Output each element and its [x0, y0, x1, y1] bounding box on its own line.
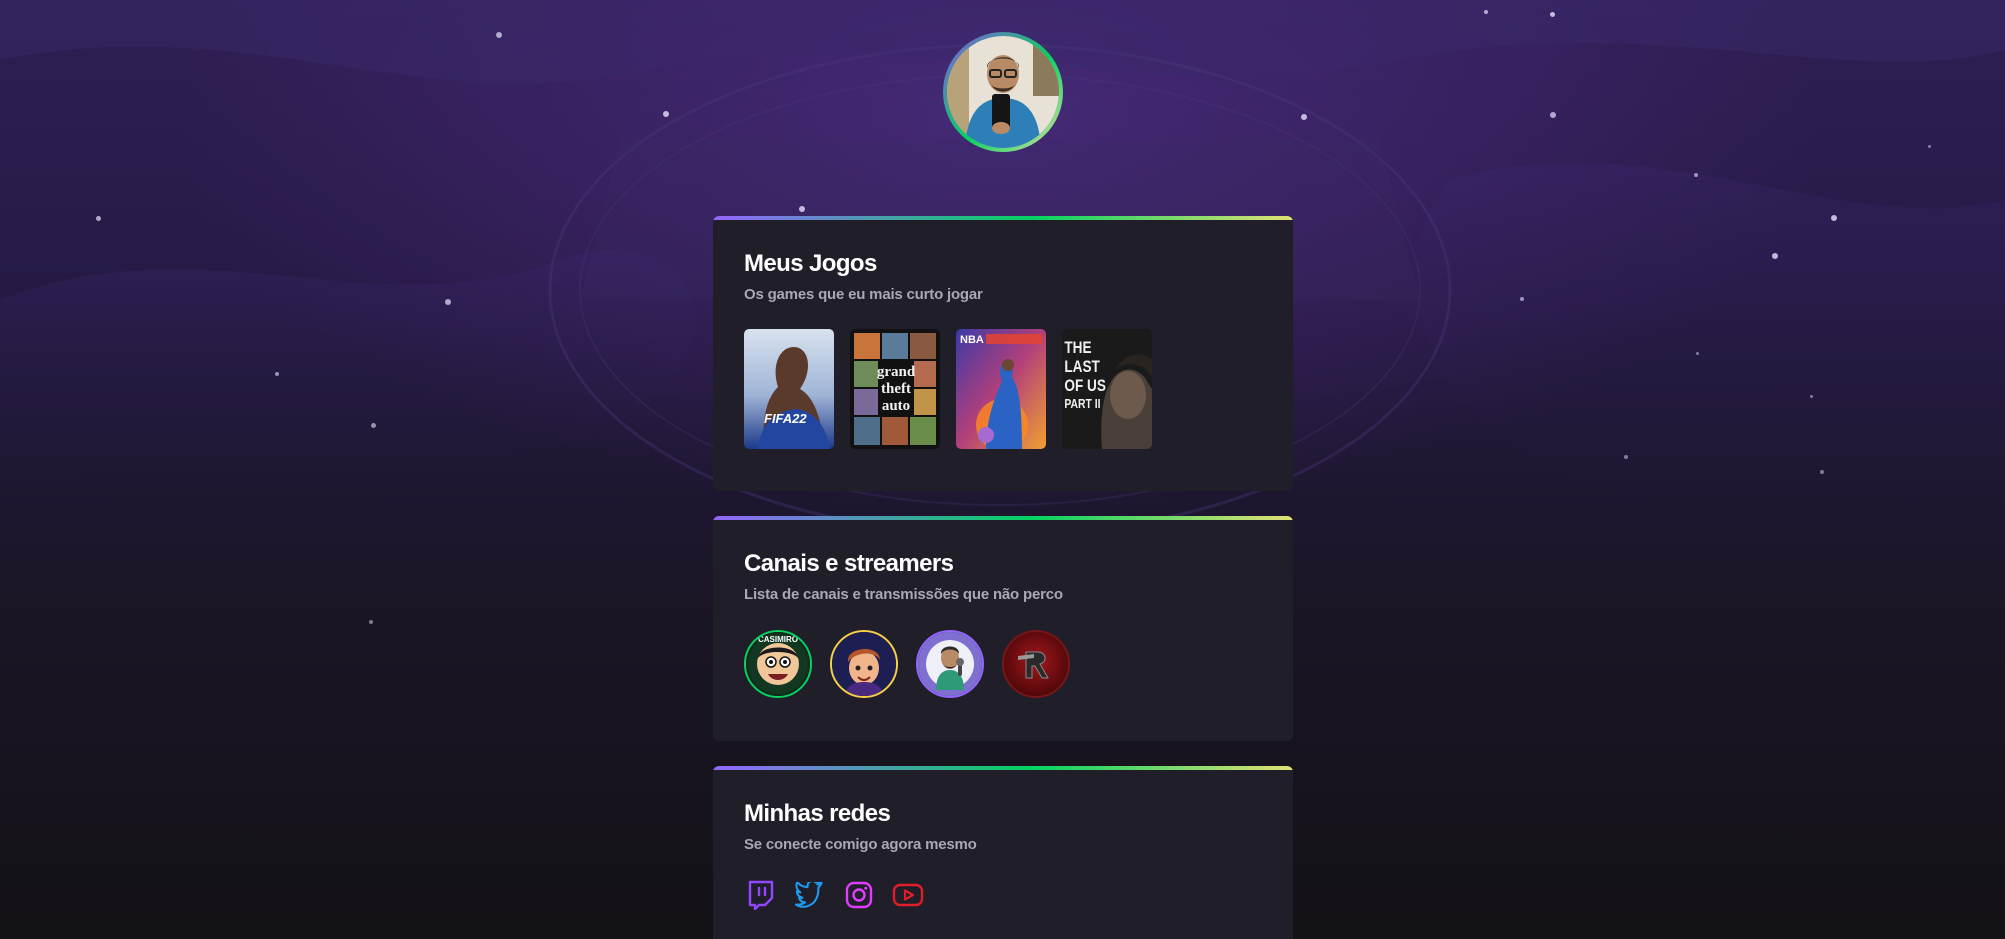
- twitter-link[interactable]: [794, 879, 826, 911]
- games-title: Meus Jogos: [744, 250, 877, 277]
- svg-text:THE: THE: [1064, 339, 1091, 358]
- youtube-link[interactable]: [892, 879, 924, 911]
- svg-text:CASIMIRO: CASIMIRO: [758, 635, 798, 644]
- svg-text:LAST: LAST: [1064, 358, 1100, 377]
- svg-text:OF US: OF US: [1064, 377, 1106, 396]
- twitter-icon: [795, 882, 823, 908]
- svg-text:NBA: NBA: [960, 334, 984, 346]
- social-title: Minhas redes: [744, 800, 891, 827]
- cartoon-microphone-avatar-icon[interactable]: [916, 630, 984, 698]
- casimiro-avatar-icon[interactable]: CASIMIRO: [744, 630, 812, 698]
- channels-list: CASIMIRO: [744, 630, 1070, 698]
- youtube-icon: [892, 883, 924, 907]
- tlou2-cover-icon[interactable]: THE LAST OF US PART II: [1062, 329, 1152, 449]
- social-card: Minhas redes Se conecte comigo agora mes…: [713, 766, 1293, 939]
- channels-title: Canais e streamers: [744, 550, 954, 577]
- svg-text:grand: grand: [877, 364, 916, 380]
- user-photo-icon: [947, 36, 1059, 148]
- channels-card: Canais e streamers Lista de canais e tra…: [713, 516, 1293, 741]
- svg-text:theft: theft: [881, 381, 911, 397]
- profile-avatar[interactable]: [943, 32, 1063, 152]
- svg-text:auto: auto: [882, 398, 910, 414]
- cartoon-avatar-icon[interactable]: [830, 630, 898, 698]
- instagram-link[interactable]: [843, 879, 875, 911]
- svg-text:PART II: PART II: [1064, 397, 1100, 411]
- instagram-icon: [845, 881, 873, 909]
- fifa22-cover-icon[interactable]: FIFA22: [744, 329, 834, 449]
- gta5-cover-icon[interactable]: grand theft auto: [850, 329, 940, 449]
- games-list: FIFA22 grand theft auto NBA THE LAST OF …: [744, 329, 1152, 449]
- twitch-link[interactable]: [745, 879, 777, 911]
- nba2k-cover-icon[interactable]: NBA: [956, 329, 1046, 449]
- twitch-icon: [748, 880, 774, 910]
- red-logo-avatar-icon[interactable]: [1002, 630, 1070, 698]
- games-card: Meus Jogos Os games que eu mais curto jo…: [713, 216, 1293, 491]
- social-links: [745, 879, 924, 911]
- games-subtitle: Os games que eu mais curto jogar: [744, 286, 983, 303]
- channels-subtitle: Lista de canais e transmissões que não p…: [744, 586, 1063, 603]
- social-subtitle: Se conecte comigo agora mesmo: [744, 836, 977, 853]
- svg-text:FIFA22: FIFA22: [764, 411, 807, 426]
